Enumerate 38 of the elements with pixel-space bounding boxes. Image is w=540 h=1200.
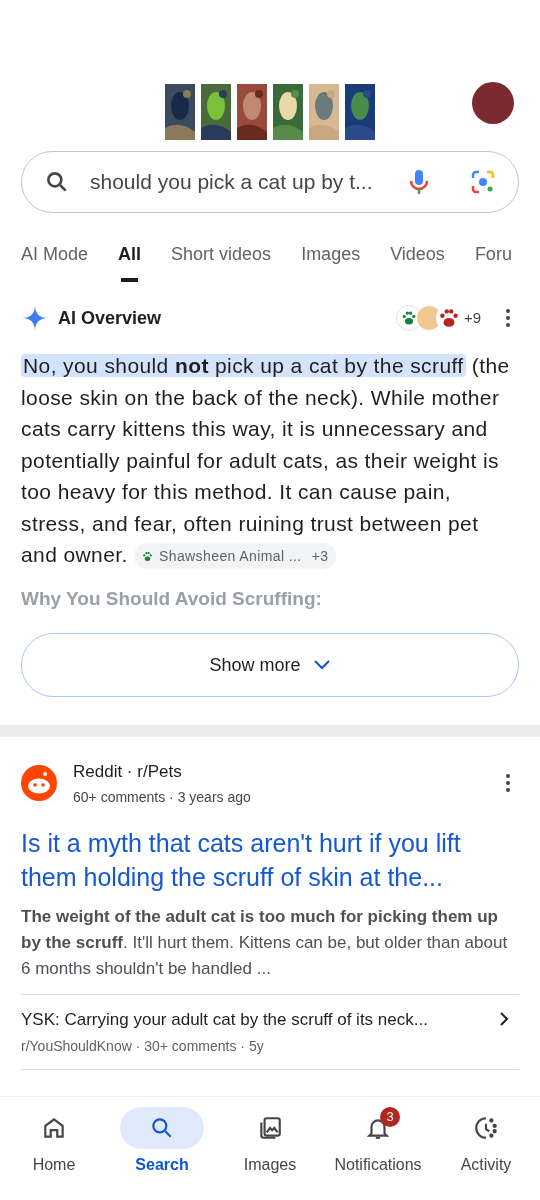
source-count: +9 <box>463 307 481 328</box>
tab[interactable]: Short videos <box>171 241 272 282</box>
faded-heading: Why You Should Avoid Scruffing: <box>21 586 323 611</box>
ai-overview-title: AI Overview <box>58 306 162 330</box>
site-name: Reddit · r/Pets <box>73 761 183 783</box>
tab[interactable]: Images <box>301 241 361 282</box>
related-title: YSK: Carrying your adult cat by the scruff of its neck... <box>21 1008 428 1031</box>
overview-paragraph: No, you should not pick up a cat by the scruff (the loose skin on the back of the neck). While mother cats carry kittens this way, it is unnecessary and potentially painful for adult cats, as their weight is too heavy for this method. It can cause pain, stress, and fear, often ruining trust between pet and owner. Shawsheen Animal ... +3 <box>21 350 519 571</box>
nav-item[interactable]: Activity <box>436 1107 536 1177</box>
activity-icon <box>473 1115 499 1141</box>
paw-icon <box>400 310 417 326</box>
tab[interactable]: AI Mode <box>21 241 89 282</box>
related-meta: r/YouShouldKnow · 30+ comments · 5y <box>21 1037 265 1056</box>
paw-icon <box>142 550 153 562</box>
notification-badge: 3 <box>380 1107 400 1127</box>
home-icon <box>41 1115 67 1141</box>
more-icon[interactable] <box>505 773 511 794</box>
paw-icon <box>437 307 460 329</box>
nav-item[interactable]: Images <box>220 1107 320 1177</box>
related-link[interactable]: YSK: Carrying your adult cat by the scruff of its neck... r/YouShouldKnow · 30+ comments · 5y <box>21 993 519 1070</box>
result-title-link[interactable]: Is it a myth that cats aren't hurt if you lift them holding the scruff of skin at the... <box>21 825 519 894</box>
reddit-logo-icon <box>21 765 57 802</box>
nav-item[interactable]: Home <box>4 1107 104 1177</box>
tab[interactable]: All <box>118 241 142 282</box>
images-icon <box>257 1115 283 1141</box>
nav-item[interactable]: 3 Notifications <box>328 1107 428 1177</box>
avatar[interactable] <box>472 82 514 124</box>
tab[interactable]: Foru <box>474 241 512 282</box>
camera-icon[interactable] <box>470 169 496 195</box>
microphone-icon[interactable] <box>408 168 430 196</box>
citation-chip[interactable]: Shawsheen Animal ... +3 <box>134 543 337 570</box>
result-meta: 60+ comments · 3 years ago <box>73 787 251 807</box>
tab[interactable]: Videos <box>390 241 445 282</box>
chevron-right-icon <box>499 1011 509 1028</box>
result-snippet: The weight of the adult cat is too much for picking them up by the scruff. It'll hurt them. Kittens can be, but older than about 6 months shouldn't be handled ... <box>21 905 509 980</box>
search-input[interactable]: should you pick a cat up by t... <box>90 166 408 198</box>
chevron-down-icon <box>312 659 331 671</box>
more-icon[interactable] <box>505 308 511 328</box>
